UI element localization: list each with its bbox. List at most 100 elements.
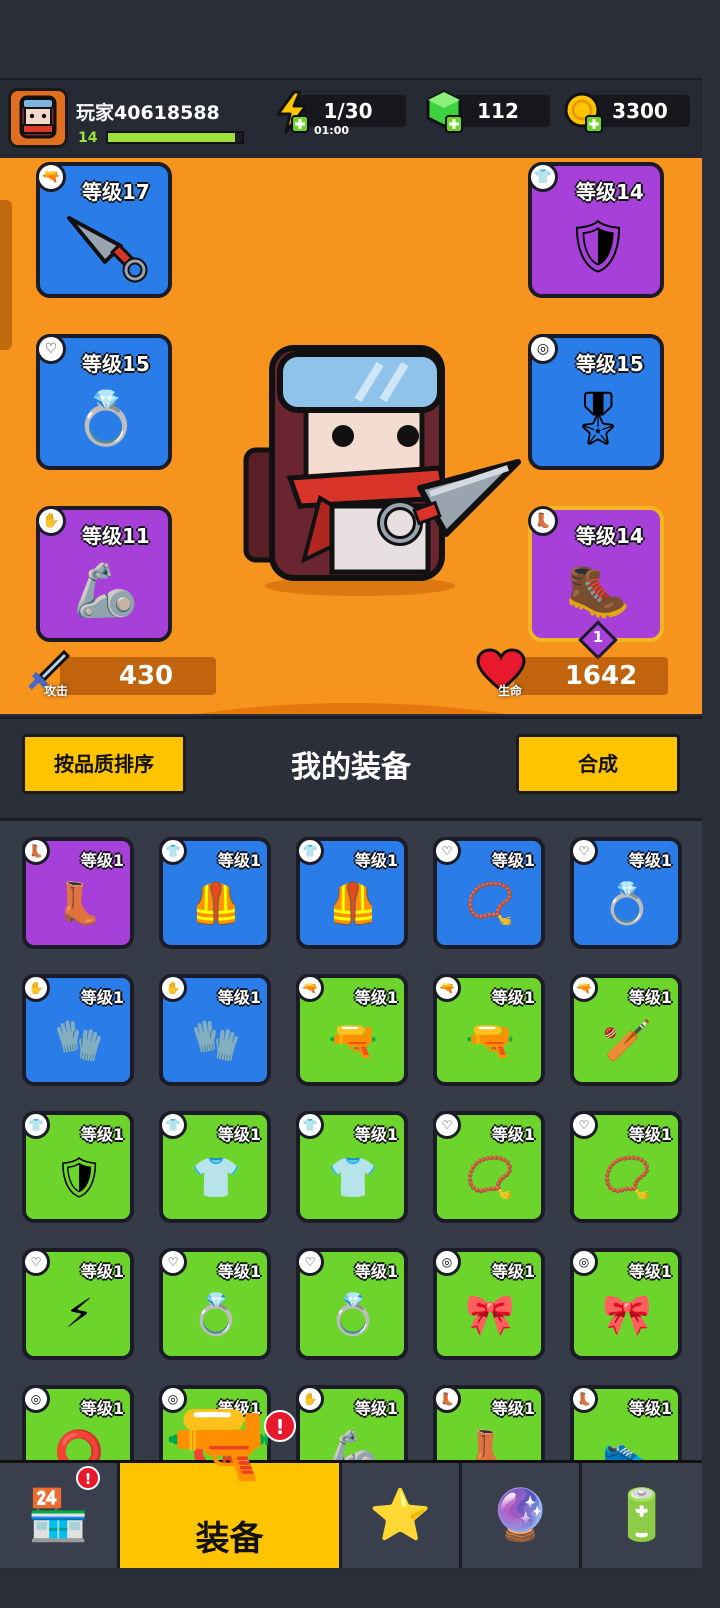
equipped-belt[interactable]: ◎ 等级15 🎖 [528, 334, 664, 470]
revolver-icon: 🔫 [164, 1390, 274, 1493]
inventory-item[interactable]: 💍 ♡ 等级1 [296, 1248, 408, 1360]
inventory-item[interactable]: ⭕ ◎ 等级1 [22, 1385, 134, 1463]
inventory-item-level: 等级1 [80, 1399, 124, 1418]
inventory-item-level: 等级1 [80, 851, 124, 870]
shirt-slot-icon: 👕 [22, 1111, 50, 1139]
gun-slot-icon: 🔫 [433, 974, 461, 1002]
equipped-armor-level: 等级14 [576, 180, 644, 204]
item-art-icon: 🧤 [191, 1017, 241, 1064]
boot-art-icon: 🥾 [565, 560, 631, 621]
inventory-item[interactable]: 🔫 🔫 等级1 [433, 974, 545, 1086]
inventory-item[interactable]: 🎀 ◎ 等级1 [570, 1248, 682, 1360]
shop-alert-badge: ! [76, 1466, 100, 1490]
belt-art-icon: 🎖 [564, 388, 631, 449]
gun-slot-icon: 🔫 [570, 974, 598, 1002]
inventory-item[interactable]: 🔫 🔫 等级1 [296, 974, 408, 1086]
player-name: 玩家40618588 [76, 102, 220, 124]
hero-floor [0, 703, 702, 714]
side-drawer-tab[interactable] [0, 200, 12, 350]
item-art-icon: 🏏 [602, 1017, 652, 1064]
inventory-item[interactable]: 📿 ♡ 等级1 [570, 1111, 682, 1223]
glove-slot-icon: ✋ [159, 974, 187, 1002]
necklace-slot-icon: ♡ [159, 1248, 187, 1276]
equipped-weapon[interactable]: 🔫 等级17 [36, 162, 172, 298]
status-bar-area [0, 0, 702, 78]
equipped-boots-level: 等级14 [576, 524, 644, 548]
inventory-item[interactable]: 🧤 ✋ 等级1 [159, 974, 271, 1086]
ring-belt-icon: 💍 [73, 388, 139, 449]
inventory-item-level: 等级1 [80, 1125, 124, 1144]
necklace-slot-icon: ♡ [433, 1111, 461, 1139]
item-art-icon: 👕 [191, 1154, 241, 1201]
inventory-grid: 👢 👢 等级1 🦺 👕 等级1 🦺 👕 等级1 📿 ♡ 等级1 💍 ♡ 等级1 🧤 ✋ 等级1 🧤 ✋ 等级1 🔫 🔫 等级1… [0, 818, 702, 1463]
item-art-icon: 🎀 [602, 1291, 652, 1338]
inventory-item[interactable]: 🛡 👕 等级1 [22, 1111, 134, 1223]
item-art-icon: 💍 [328, 1291, 378, 1338]
nav-equipment-label: 装备 [195, 1519, 264, 1559]
inventory-item[interactable]: 👢 👢 等级1 [22, 837, 134, 949]
xp-bar [106, 131, 244, 144]
inventory-item[interactable]: 💍 ♡ 等级1 [159, 1248, 271, 1360]
player-level: 14 [78, 130, 98, 146]
boot-icon: 👢 [528, 506, 558, 536]
inventory-item-level: 等级1 [491, 1262, 535, 1281]
merge-button[interactable]: 合成 [516, 734, 680, 794]
inventory-item[interactable]: 💍 ♡ 等级1 [570, 837, 682, 949]
glove-slot-icon: ✋ [22, 974, 50, 1002]
player-avatar[interactable] [8, 88, 68, 148]
belt-slot-icon: ◎ [570, 1248, 598, 1276]
nav-shop[interactable]: 🏪 [0, 1463, 120, 1568]
boot-slot-icon: 👢 [570, 1385, 598, 1413]
inventory-item[interactable]: 👢 👢 等级1 [433, 1385, 545, 1463]
equipped-armor[interactable]: 👕 等级14 🛡 [528, 162, 664, 298]
shirt-slot-icon: 👕 [296, 837, 324, 865]
inventory-item[interactable]: 🦺 👕 等级1 [159, 837, 271, 949]
inventory-item-level: 等级1 [217, 1262, 261, 1281]
item-art-icon: 👢 [465, 1428, 515, 1464]
item-art-icon: 👢 [54, 880, 104, 927]
shirt-slot-icon: 👕 [159, 837, 187, 865]
necklace-icon: ♡ [36, 334, 66, 364]
attack-label: 攻击 [44, 684, 69, 698]
inventory-item[interactable]: 🦺 👕 等级1 [296, 837, 408, 949]
equipped-necklace[interactable]: ♡ 等级15 💍 [36, 334, 172, 470]
inventory-item[interactable]: 📿 ♡ 等级1 [433, 837, 545, 949]
gem-icon [424, 90, 466, 138]
inventory-item[interactable]: 👟 👢 等级1 [570, 1385, 682, 1463]
equip-alert-badge: ! [264, 1410, 296, 1442]
energy-icon [272, 90, 312, 138]
sort-by-quality-button[interactable]: 按品质排序 [22, 734, 186, 794]
nav-pets[interactable]: 🔮 [462, 1463, 582, 1568]
inventory-item[interactable]: 👕 👕 等级1 [159, 1111, 271, 1223]
inventory-item[interactable]: 🦾 ✋ 等级1 [296, 1385, 408, 1463]
inventory-item[interactable]: 🧤 ✋ 等级1 [22, 974, 134, 1086]
inventory-item-level: 等级1 [217, 851, 261, 870]
inventory-item[interactable]: 🏏 🔫 等级1 [570, 974, 682, 1086]
item-art-icon: 🦺 [328, 880, 378, 927]
item-art-icon: 🦾 [328, 1428, 378, 1464]
gauntlet-icon: 🦾 [73, 560, 139, 621]
nav-talents[interactable]: ⭐ [342, 1463, 462, 1568]
equipped-weapon-level: 等级17 [82, 180, 150, 204]
inventory-item-level: 等级1 [491, 988, 535, 1007]
inventory-item-level: 等级1 [217, 1125, 261, 1144]
inventory-item[interactable]: 🎀 ◎ 等级1 [433, 1248, 545, 1360]
inventory-item-level: 等级1 [354, 851, 398, 870]
nav-evolution[interactable]: 🔋 [582, 1463, 702, 1568]
inventory-item-level: 等级1 [491, 1125, 535, 1144]
xp-fill [108, 133, 236, 142]
inventory-item[interactable]: 👕 👕 等级1 [296, 1111, 408, 1223]
inventory-item-level: 等级1 [628, 1262, 672, 1281]
inventory-item[interactable]: 📿 ♡ 等级1 [433, 1111, 545, 1223]
equipped-gloves[interactable]: ✋ 等级11 🦾 [36, 506, 172, 642]
inventory-item[interactable]: ⚡ ♡ 等级1 [22, 1248, 134, 1360]
section-title: 我的装备 [291, 750, 411, 785]
item-art-icon: 💍 [602, 880, 652, 927]
item-art-icon: 🧤 [54, 1017, 104, 1064]
attack-stat: 430 [60, 657, 216, 695]
item-art-icon: 👟 [602, 1428, 652, 1464]
item-art-icon: ⭕ [54, 1428, 104, 1464]
energy-timer: 01:00 [314, 124, 350, 137]
boot-slot-icon: 👢 [22, 837, 50, 865]
item-art-icon: 💍 [191, 1291, 241, 1338]
